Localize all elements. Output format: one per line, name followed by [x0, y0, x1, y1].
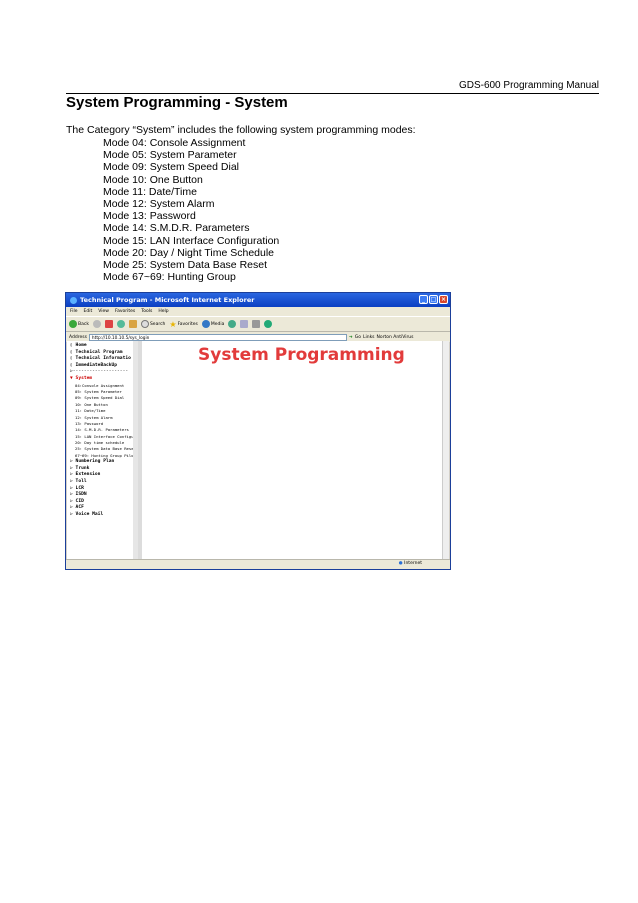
- mode-item: Mode 25: System Data Base Reset: [103, 259, 267, 272]
- address-label: Address: [69, 334, 87, 340]
- mode-list: Mode 04: Console Assignment Mode 05: Sys…: [103, 137, 279, 283]
- toolbar: Back Search ★ Favorites Media: [66, 316, 450, 332]
- media-button[interactable]: Media: [201, 320, 225, 328]
- running-header: GDS-600 Programming Manual: [66, 80, 599, 94]
- go-arrow-icon: ➜: [348, 334, 353, 340]
- menu-favorites[interactable]: Favorites: [115, 309, 135, 314]
- media-label: Media: [210, 321, 225, 327]
- go-button[interactable]: Go: [355, 335, 361, 340]
- messenger-button[interactable]: [264, 320, 273, 328]
- history-icon: [228, 320, 237, 328]
- tree-item-system[interactable]: ▼ System: [70, 376, 138, 383]
- menu-bar: File Edit View Favorites Tools Help: [66, 307, 450, 316]
- tree-item-acf[interactable]: ▷ ACF: [70, 505, 138, 512]
- mode-item: Mode 67~69: Hunting Group: [103, 271, 236, 284]
- back-button[interactable]: Back: [69, 320, 89, 328]
- ie-icon: [70, 296, 77, 304]
- page-title: System Programming - System: [66, 94, 288, 111]
- history-button[interactable]: [228, 320, 237, 328]
- mode-item: Mode 13: Password: [103, 210, 196, 223]
- intro-text: The Category “System” includes the follo…: [66, 124, 416, 136]
- print-button[interactable]: [252, 320, 261, 328]
- stop-button[interactable]: [104, 320, 113, 328]
- mode-item: Mode 04: Console Assignment: [103, 137, 246, 149]
- status-bar: ● Internet: [66, 559, 450, 569]
- tree-item-toll[interactable]: ▷ Toll: [70, 479, 138, 486]
- browser-content: ▯ Home ▯ Technical Program ▯ Technical I…: [67, 341, 449, 560]
- globe-icon: ●: [398, 561, 403, 566]
- mail-button[interactable]: [240, 320, 249, 328]
- mode-item: Mode 14: S.M.D.R. Parameters: [103, 222, 250, 235]
- refresh-icon: [116, 320, 125, 328]
- home-button[interactable]: [128, 320, 137, 328]
- links-button[interactable]: Links: [363, 335, 375, 340]
- mode-item: Mode 10: One Button: [103, 173, 203, 186]
- tree-divider: ▷--------------------: [70, 369, 129, 375]
- search-label: Search: [149, 321, 166, 327]
- menu-tools[interactable]: Tools: [141, 309, 152, 314]
- mode-item: Mode 11: Date/Time: [103, 185, 197, 198]
- media-icon: [201, 320, 210, 328]
- search-icon: [140, 320, 149, 328]
- tree-item-home[interactable]: ▯ Home: [70, 343, 138, 350]
- mail-icon: [240, 320, 249, 328]
- browser-screenshot: Technical Program - Microsoft Internet E…: [65, 292, 451, 570]
- mode-item: Mode 20: Day / Night Time Schedule: [103, 246, 275, 259]
- norton-antivirus-button[interactable]: Norton AntiVirus: [377, 335, 414, 340]
- tree-item-immediate-backup[interactable]: ▯ ImmediateBackUp: [70, 363, 138, 370]
- forward-button[interactable]: [92, 320, 101, 328]
- menu-help[interactable]: Help: [158, 309, 168, 314]
- window-title: Technical Program - Microsoft Internet E…: [80, 296, 255, 304]
- mode-item: Mode 12: System Alarm: [103, 198, 215, 211]
- minimize-icon[interactable]: _: [419, 295, 428, 304]
- status-zone: ● Internet: [399, 561, 422, 566]
- tree-item-voice-mail[interactable]: ▷ Voice Mail: [70, 512, 138, 519]
- stop-icon: [104, 320, 113, 328]
- address-input[interactable]: http://10.10.10.5/sys_login: [88, 333, 347, 341]
- favorites-button[interactable]: ★ Favorites: [169, 320, 198, 329]
- menu-file[interactable]: File: [70, 309, 78, 314]
- star-icon: ★: [169, 319, 177, 329]
- status-zone-label: Internet: [404, 561, 422, 566]
- navigation-tree: ▯ Home ▯ Technical Program ▯ Technical I…: [67, 341, 142, 560]
- mode-item: Mode 09: System Speed Dial: [103, 161, 239, 174]
- tree-item-technical-information[interactable]: ▯ Technical Informatio: [70, 356, 138, 363]
- tree-item-isdn[interactable]: ▷ ISDN: [70, 492, 138, 499]
- main-scrollbar[interactable]: [442, 341, 449, 560]
- mode-item: Mode 15: LAN Interface Configuration: [103, 234, 280, 247]
- menu-edit[interactable]: Edit: [84, 309, 93, 314]
- close-icon[interactable]: ×: [439, 295, 448, 304]
- tree-item-numbering-plan[interactable]: ▷ Numbering Plan: [70, 459, 138, 466]
- tree-subitem[interactable]: 25: System Data Base Reset: [70, 446, 138, 452]
- home-icon: [128, 320, 137, 328]
- tree-subitem[interactable]: 14: S.M.D.R. Parameters: [70, 427, 138, 433]
- favorites-label: Favorites: [177, 321, 198, 327]
- messenger-icon: [264, 320, 273, 328]
- back-arrow-icon: [69, 320, 77, 328]
- search-button[interactable]: Search: [140, 320, 166, 328]
- tree-scrollbar[interactable]: [133, 341, 138, 560]
- main-heading: System Programming: [198, 345, 405, 365]
- menu-view[interactable]: View: [98, 309, 109, 314]
- refresh-button[interactable]: [116, 320, 125, 328]
- maximize-icon[interactable]: □: [429, 295, 438, 304]
- forward-arrow-icon: [92, 320, 101, 328]
- main-pane: System Programming: [142, 341, 449, 560]
- window-titlebar: Technical Program - Microsoft Internet E…: [66, 293, 450, 307]
- back-label: Back: [78, 321, 89, 327]
- mode-item: Mode 05: System Parameter: [103, 149, 237, 162]
- print-icon: [252, 320, 261, 328]
